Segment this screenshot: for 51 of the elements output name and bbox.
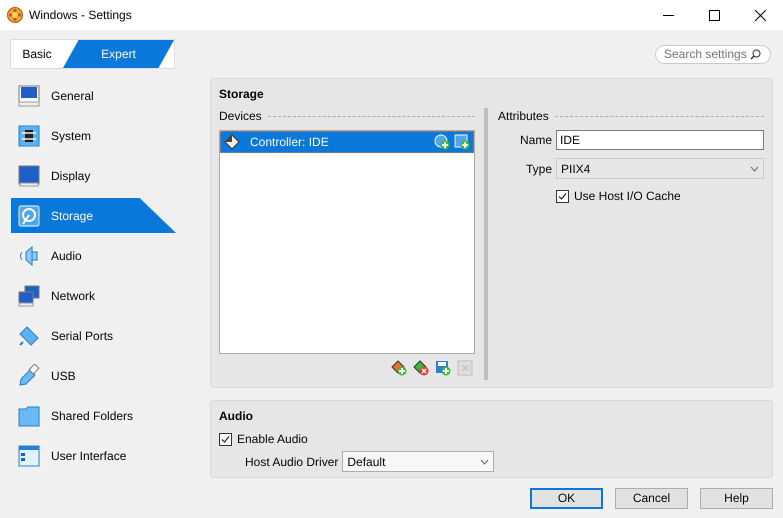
sidebar-item[interactable]: Storage xyxy=(11,198,176,233)
sidebar-item[interactable]: System xyxy=(11,118,176,153)
type-dropdown[interactable]: PIIX4 xyxy=(556,158,764,179)
sidebar-item[interactable]: Shared Folders xyxy=(11,398,176,433)
audio-driver-dropdown[interactable]: Default xyxy=(342,451,494,472)
monitor-icon xyxy=(17,84,41,108)
field-label: Name xyxy=(518,133,552,147)
folder-icon xyxy=(17,404,41,428)
usb-plug-icon xyxy=(17,364,41,388)
app-icon xyxy=(7,7,23,23)
sidebar-item[interactable]: Display xyxy=(11,158,176,193)
group-title: Devices xyxy=(219,109,262,123)
sidebar-item[interactable]: Network xyxy=(11,278,176,313)
sidebar-item[interactable]: USB xyxy=(11,358,176,393)
group-title: Attributes xyxy=(498,109,549,123)
close-icon xyxy=(754,10,766,20)
window-title: Windows - Settings xyxy=(29,8,133,22)
search-icon xyxy=(750,48,761,60)
checkbox-label: Use Host I/O Cache xyxy=(574,189,681,203)
checkbox[interactable] xyxy=(556,190,569,202)
add-controller-icon[interactable] xyxy=(391,360,407,376)
section-title: Audio xyxy=(219,409,254,423)
chevron-down-icon xyxy=(750,166,759,172)
add-optical-drive-icon[interactable] xyxy=(434,134,450,150)
checkbox-label: Enable Audio xyxy=(237,432,308,446)
field-label: Host Audio Driver xyxy=(245,454,338,468)
mode-tab[interactable]: Basic xyxy=(11,40,63,68)
sidebar-item[interactable]: Audio xyxy=(11,238,176,273)
mode-tab[interactable]: Expert xyxy=(63,40,174,68)
name-field[interactable]: IDE xyxy=(556,130,764,150)
controller-icon xyxy=(224,134,240,150)
serial-connector-icon xyxy=(17,324,41,348)
sidebar-item[interactable]: General xyxy=(11,78,176,113)
dialog-button[interactable]: OK xyxy=(530,488,603,508)
dialog-button[interactable]: Cancel xyxy=(615,488,688,508)
chip-icon xyxy=(17,124,41,148)
tree-item[interactable]: Controller: IDE xyxy=(220,131,474,153)
maximize-icon xyxy=(708,10,720,20)
sidebar-item[interactable]: Serial Ports xyxy=(11,318,176,353)
search-field[interactable]: Search settings xyxy=(655,44,771,64)
dialog-button[interactable]: Help xyxy=(700,488,773,508)
add-attachment-icon[interactable] xyxy=(435,360,451,376)
field-label: Type xyxy=(524,162,552,176)
remove-controller-icon[interactable] xyxy=(413,360,429,376)
section-title: Storage xyxy=(219,87,265,101)
sidebar-item[interactable]: User Interface xyxy=(11,438,176,473)
checkbox[interactable] xyxy=(219,432,232,446)
window-icon xyxy=(17,444,41,468)
monitors-icon xyxy=(17,284,41,308)
chevron-down-icon xyxy=(480,458,490,464)
monitor-icon xyxy=(17,164,41,188)
